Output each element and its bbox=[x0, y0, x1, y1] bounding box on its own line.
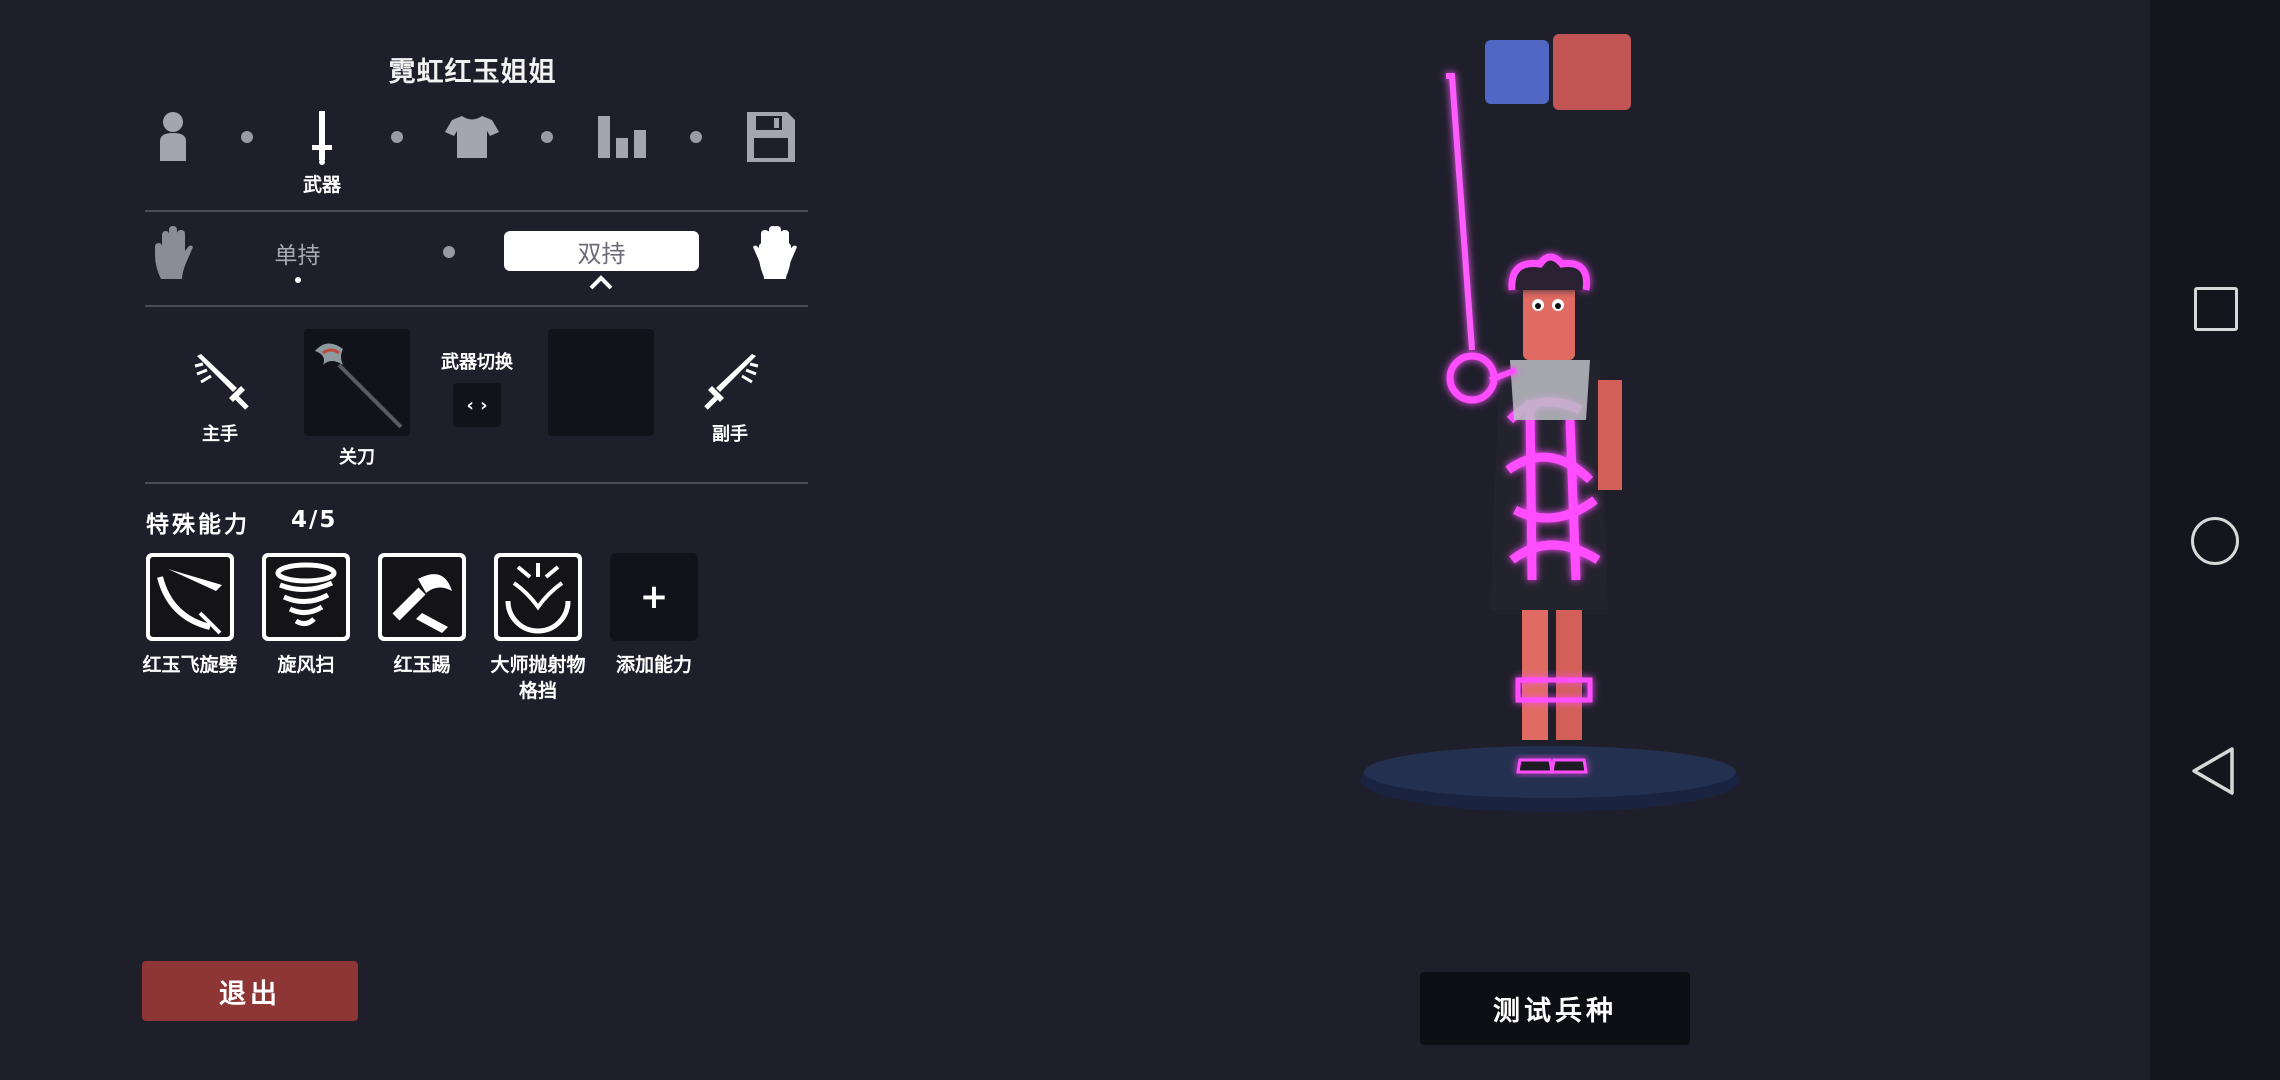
divider bbox=[145, 482, 808, 484]
fist-glow bbox=[1446, 352, 1498, 404]
grip-single-option[interactable]: 单持 bbox=[240, 236, 355, 270]
torso bbox=[1510, 360, 1590, 420]
divider bbox=[145, 305, 808, 307]
main-weapon-name: 关刀 bbox=[339, 447, 375, 468]
guandao-icon bbox=[315, 342, 403, 428]
weapon-switch-label: 武器切换 bbox=[441, 352, 513, 373]
grip-separator-dot bbox=[443, 246, 455, 258]
dual-hands-icon[interactable] bbox=[708, 222, 800, 284]
whirlwind-icon bbox=[275, 562, 337, 627]
step-unit-base[interactable] bbox=[143, 102, 203, 172]
head bbox=[1523, 280, 1575, 360]
step-separator-dot bbox=[391, 131, 403, 143]
step-separator-dot bbox=[241, 131, 253, 143]
ability-label-3: 红玉踢 bbox=[393, 654, 451, 676]
step-save[interactable] bbox=[741, 102, 801, 172]
main-hand-sword-icon[interactable] bbox=[193, 352, 249, 414]
add-ability-label: 添加能力 bbox=[615, 654, 692, 676]
add-ability-button[interactable]: + bbox=[610, 553, 698, 641]
ability-label-2: 旋风扫 bbox=[277, 654, 335, 676]
off-hand-label: 副手 bbox=[712, 424, 748, 445]
step-weapons[interactable] bbox=[292, 102, 352, 172]
step-clothing[interactable] bbox=[442, 102, 502, 172]
main-hand-label: 主手 bbox=[202, 424, 238, 445]
unit-preview[interactable] bbox=[1340, 60, 1760, 830]
ability-slot-4[interactable] bbox=[494, 553, 582, 641]
ability-slot-2[interactable] bbox=[262, 553, 350, 641]
arm-right bbox=[1598, 380, 1622, 490]
back-icon[interactable] bbox=[2190, 746, 2238, 796]
home-icon[interactable] bbox=[2191, 517, 2239, 565]
step-stats[interactable] bbox=[592, 102, 652, 172]
off-hand-sword-icon[interactable] bbox=[704, 352, 760, 414]
step-separator-dot bbox=[690, 131, 702, 143]
kick-icon bbox=[392, 574, 452, 633]
spinning-slash-icon bbox=[157, 569, 222, 635]
person-icon bbox=[160, 112, 186, 161]
glaive-blade bbox=[1446, 73, 1475, 351]
abilities-heading: 特殊能力 bbox=[146, 512, 250, 538]
chevron-up-icon bbox=[588, 274, 614, 294]
plus-icon: + bbox=[639, 577, 669, 617]
abilities-count: 4/5 bbox=[291, 507, 338, 533]
step-separator-dot bbox=[541, 131, 553, 143]
hair-bun bbox=[1508, 253, 1590, 291]
step-weapons-label: 武器 bbox=[302, 174, 341, 196]
grip-dual-option[interactable]: 双持 bbox=[504, 231, 699, 271]
leg-right bbox=[1556, 600, 1582, 740]
main-weapon-slot[interactable] bbox=[304, 329, 410, 436]
ability-label-4: 大师抛射物 格挡 bbox=[490, 654, 586, 702]
shirt-icon bbox=[445, 116, 499, 158]
ability-slot-1[interactable] bbox=[146, 553, 234, 641]
sword-icon bbox=[312, 111, 332, 165]
ability-slot-3[interactable] bbox=[378, 553, 466, 641]
unit-title: 霓虹红玉姐姐 bbox=[388, 57, 557, 88]
exit-button[interactable]: 退出 bbox=[142, 961, 358, 1021]
system-nav-bar bbox=[2150, 0, 2280, 1080]
projectile-block-icon bbox=[505, 563, 571, 634]
weapon-switch-button[interactable]: ‹ › bbox=[453, 383, 501, 427]
divider bbox=[145, 210, 808, 212]
off-hand-weapon-slot[interactable] bbox=[548, 329, 654, 436]
save-icon bbox=[747, 112, 795, 162]
selection-dot bbox=[295, 277, 301, 283]
bars-icon bbox=[598, 116, 646, 158]
test-unit-button[interactable]: 测试兵种 bbox=[1420, 972, 1690, 1045]
leg-left bbox=[1522, 600, 1548, 740]
recents-icon[interactable] bbox=[2194, 287, 2238, 331]
single-hand-icon[interactable] bbox=[148, 222, 198, 284]
ability-label-1: 红玉飞旋劈 bbox=[142, 654, 238, 676]
